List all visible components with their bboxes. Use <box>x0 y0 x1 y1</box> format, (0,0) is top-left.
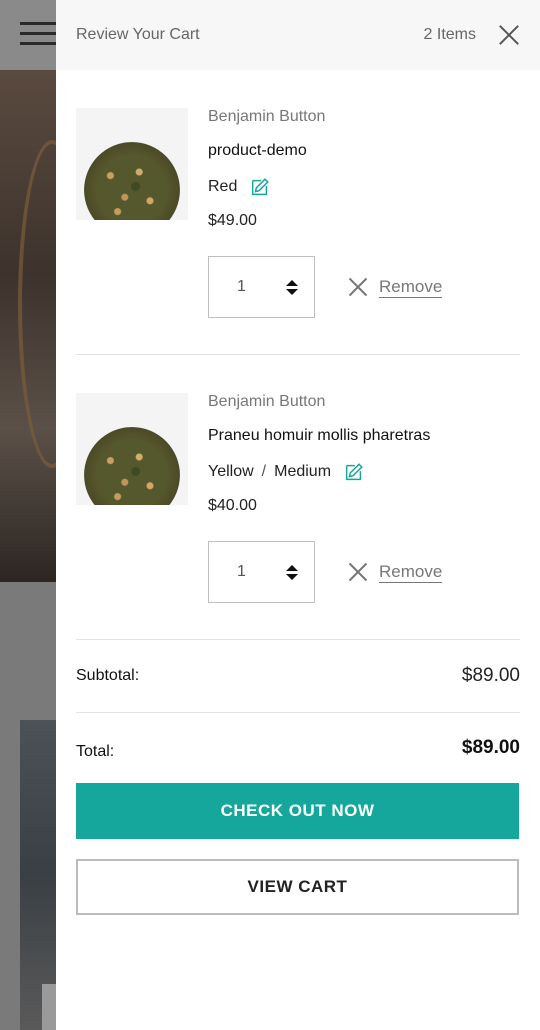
product-variant: Red <box>208 176 520 198</box>
subtotal-value: $89.00 <box>461 665 520 686</box>
quantity-value[interactable]: 1 <box>237 278 286 296</box>
edit-icon[interactable] <box>343 461 365 483</box>
total-value: $89.00 <box>461 737 520 758</box>
cart-totals: Subtotal: $89.00 Total: $89.00 <box>56 640 540 783</box>
product-price: $40.00 <box>208 497 257 514</box>
cart-item: Benjamin Button product-demo Red $49.00 … <box>76 70 520 355</box>
cart-title: Review Your Cart <box>76 26 200 43</box>
product-vendor: Benjamin Button <box>208 108 326 125</box>
subtotal-label: Subtotal: <box>76 667 140 684</box>
product-vendor: Benjamin Button <box>208 393 326 410</box>
cart-items: Benjamin Button product-demo Red $49.00 … <box>56 70 540 640</box>
total-label: Total: <box>76 743 115 760</box>
quantity-row: 1 Remove <box>208 541 520 603</box>
checkout-button[interactable]: CHECK OUT NOW <box>76 783 519 839</box>
product-image[interactable] <box>76 393 188 505</box>
remove-label[interactable]: Remove <box>379 277 443 298</box>
product-variant: Yellow / Medium <box>208 461 520 483</box>
variant-color: Yellow <box>208 463 254 480</box>
background-hero-image <box>0 70 86 582</box>
cart-item-info: Benjamin Button product-demo Red $49.00 … <box>208 108 520 318</box>
variant-size: Medium <box>274 463 332 480</box>
edit-icon[interactable] <box>249 176 271 198</box>
cart-drawer-header: Review Your Cart 2 Items <box>56 0 540 70</box>
quantity-row: 1 Remove <box>208 256 520 318</box>
background-header <box>0 0 56 70</box>
quantity-stepper[interactable]: 1 <box>208 541 315 603</box>
quantity-arrows-icon[interactable] <box>286 279 298 295</box>
cart-item-count: 2 Items <box>423 26 476 43</box>
variant-separator: / <box>261 463 267 480</box>
remove-button[interactable]: Remove <box>349 277 443 298</box>
remove-icon[interactable] <box>349 563 367 581</box>
product-name[interactable]: product-demo <box>208 142 520 164</box>
product-price: $49.00 <box>208 212 257 229</box>
cart-drawer: Review Your Cart 2 Items Benjamin Button… <box>56 0 540 1030</box>
quantity-arrows-icon[interactable] <box>286 564 298 580</box>
quantity-stepper[interactable]: 1 <box>208 256 315 318</box>
product-name[interactable]: Praneu homuir mollis pharetras <box>208 427 520 449</box>
cart-item: Benjamin Button Praneu homuir mollis pha… <box>76 355 520 640</box>
view-cart-button[interactable]: VIEW CART <box>76 859 519 915</box>
quantity-value[interactable]: 1 <box>237 563 286 581</box>
remove-label[interactable]: Remove <box>379 562 443 583</box>
total-row: Total: $89.00 <box>76 713 520 783</box>
subtotal-row: Subtotal: $89.00 <box>76 640 520 713</box>
cart-item-info: Benjamin Button Praneu homuir mollis pha… <box>208 393 520 603</box>
variant-color: Red <box>208 178 238 195</box>
hamburger-menu-icon[interactable] <box>20 22 56 46</box>
close-icon[interactable] <box>498 24 520 46</box>
background-promo-button <box>42 984 56 1030</box>
product-image[interactable] <box>76 108 188 220</box>
remove-button[interactable]: Remove <box>349 562 443 583</box>
remove-icon[interactable] <box>349 278 367 296</box>
